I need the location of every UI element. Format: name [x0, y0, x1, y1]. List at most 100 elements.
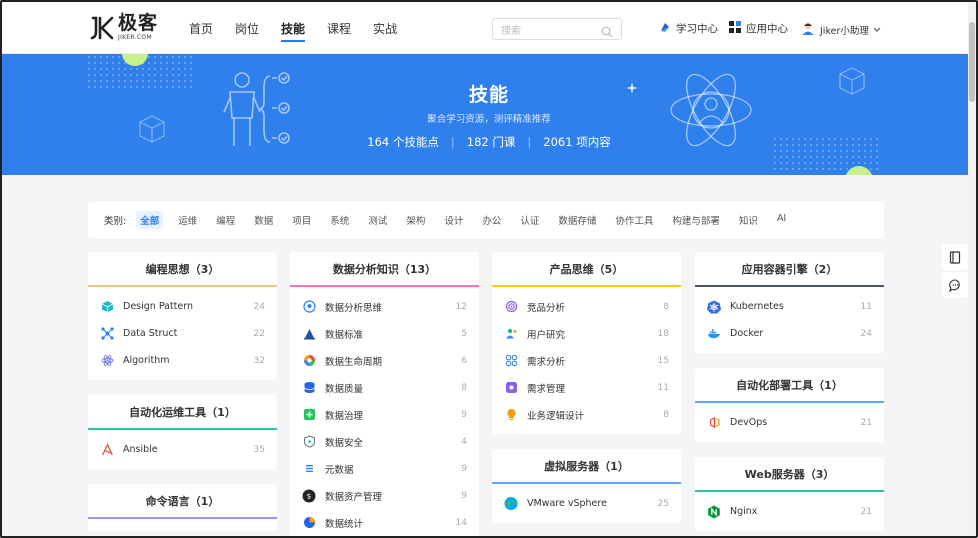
category-chip[interactable]: 编程 [212, 211, 239, 229]
skill-card: 命令语言（1） [88, 484, 277, 531]
category-chip[interactable]: 协作工具 [611, 211, 657, 229]
category-chip[interactable]: 全部 [136, 211, 164, 229]
skill-item[interactable]: 业务逻辑设计 8 [504, 401, 669, 428]
search-icon[interactable] [601, 23, 613, 42]
skill-item-count: 24 [253, 301, 265, 312]
user-menu[interactable]: Jiker小助理 [801, 21, 881, 38]
skill-item-count: 25 [657, 498, 669, 509]
skill-item[interactable]: Design Pattern 24 [100, 293, 265, 320]
skill-card-title[interactable]: 产品思维（5） [492, 252, 681, 287]
category-chip[interactable]: AI [773, 211, 790, 229]
skill-item[interactable]: 需求管理 11 [504, 374, 669, 401]
category-chip[interactable]: 数据 [250, 211, 277, 229]
page-scrollbar[interactable] [968, 2, 976, 536]
skill-card-title[interactable]: 应用容器引擎（2） [695, 252, 884, 287]
app-grid-icon [729, 21, 741, 36]
skill-item-count: 22 [253, 328, 265, 339]
svg-text:$: $ [307, 492, 311, 500]
skill-item[interactable]: Docker 24 [707, 320, 872, 347]
skill-item-name: Kubernetes [730, 301, 784, 312]
skill-item[interactable]: Data Struct 22 [100, 320, 265, 347]
skill-item-name: 用户研究 [527, 329, 566, 341]
app-center-link[interactable]: 应用中心 [729, 21, 788, 36]
skill-item[interactable]: 数据标准 5 [302, 320, 467, 347]
app-frame: 极客 JIKER.COM 首页 岗位 技能 课程 实战 学习中心 [0, 0, 978, 538]
brain-icon [302, 300, 316, 314]
skill-card: Web服务器（3） Nginx 21 [695, 457, 884, 531]
category-chip[interactable]: 构建与部署 [668, 211, 724, 229]
nginx-icon [707, 505, 721, 519]
skill-item[interactable]: Algorithm 32 [100, 347, 265, 374]
nav-practice[interactable]: 实战 [373, 2, 397, 54]
nav-courses[interactable]: 课程 [327, 2, 351, 54]
chat-icon [948, 278, 960, 292]
course-count: 182 门课 [466, 135, 516, 149]
category-chip[interactable]: 知识 [735, 211, 762, 229]
skill-card-title[interactable]: Web服务器（3） [695, 457, 884, 492]
page-subtitle: 聚合学习资源，测评精准推荐 [427, 114, 551, 125]
nav-skills[interactable]: 技能 [281, 2, 306, 54]
skill-item[interactable]: Nginx 21 [707, 498, 872, 525]
skill-item-count: 18 [657, 328, 669, 339]
skill-item[interactable]: 竞品分析 8 [504, 293, 669, 320]
skill-item[interactable]: DevOps 21 [707, 409, 872, 436]
skill-item[interactable]: 数据分析思维 12 [302, 293, 467, 320]
skill-card-list: 竞品分析 8 用户研究 18 需求分析 15 需求管理 11 业务逻辑设计 8 [492, 287, 681, 434]
skill-item[interactable]: $ 数据资产管理 9 [302, 482, 467, 509]
skill-item-count: 14 [455, 517, 467, 528]
skill-item[interactable]: 元数据 9 [302, 455, 467, 482]
skill-item[interactable]: VMware vSphere 25 [504, 490, 669, 517]
skill-item-name: 元数据 [325, 464, 354, 476]
skill-item[interactable]: 数据生命周期 6 [302, 347, 467, 374]
skill-item-count: 35 [253, 444, 265, 455]
feedback-tool[interactable] [942, 272, 968, 298]
avatar [801, 21, 815, 38]
shield-icon [302, 435, 316, 449]
category-chip[interactable]: 认证 [516, 211, 543, 229]
skill-item[interactable]: 需求分析 15 [504, 347, 669, 374]
category-chip[interactable]: 办公 [478, 211, 505, 229]
skill-item[interactable]: 数据治理 9 [302, 401, 467, 428]
search-input[interactable] [501, 21, 601, 42]
learning-center-icon [659, 21, 671, 36]
asset-icon: $ [302, 489, 316, 503]
skill-item[interactable]: Kubernetes 11 [707, 293, 872, 320]
category-chip[interactable]: 架构 [402, 211, 429, 229]
app-center-label: 应用中心 [746, 23, 788, 35]
nav-jobs[interactable]: 岗位 [235, 2, 259, 54]
skill-item[interactable]: 数据安全 4 [302, 428, 467, 455]
skill-item-count: 8 [461, 382, 467, 393]
category-chip[interactable]: 数据存储 [554, 211, 600, 229]
docker-icon [707, 327, 721, 341]
skill-card-title[interactable]: 自动化运维工具（1） [88, 395, 277, 430]
skill-item-name: Ansible [123, 444, 158, 455]
nav-home[interactable]: 首页 [189, 2, 213, 54]
skill-item[interactable]: 数据统计 14 [302, 509, 467, 536]
skill-item[interactable]: 用户研究 18 [504, 320, 669, 347]
skill-item-name: 数据分析思维 [325, 302, 383, 314]
skill-item-count: 24 [860, 328, 872, 339]
category-chip[interactable]: 系统 [326, 211, 353, 229]
skill-item[interactable]: 数据质量 8 [302, 374, 467, 401]
skill-card-title[interactable]: 自动化部署工具（1） [695, 368, 884, 403]
skill-item-count: 8 [663, 409, 669, 420]
learning-center-label: 学习中心 [676, 23, 718, 35]
category-chip[interactable]: 设计 [440, 211, 467, 229]
cube-icon [100, 300, 114, 314]
category-chip[interactable]: 项目 [288, 211, 315, 229]
skill-item-count: 8 [663, 301, 669, 312]
skill-card-title[interactable]: 编程思想（3） [88, 252, 277, 287]
skill-card-list: Nginx 21 [695, 492, 884, 531]
learning-center-link[interactable]: 学习中心 [659, 21, 718, 36]
skill-item[interactable]: Ansible 35 [100, 436, 265, 463]
chevron-down-icon [873, 24, 881, 36]
skill-card-title[interactable]: 命令语言（1） [88, 484, 277, 519]
bookmark-tool[interactable] [942, 244, 968, 270]
scrollbar-thumb[interactable] [969, 22, 975, 102]
category-chip[interactable]: 运维 [174, 211, 201, 229]
category-chip[interactable]: 测试 [364, 211, 391, 229]
site-logo[interactable]: 极客 JIKER.COM [90, 14, 158, 41]
skill-card-title[interactable]: 虚拟服务器（1） [492, 449, 681, 484]
skill-card-title[interactable]: 数据分析知识（13） [290, 252, 479, 287]
skill-card-list: Design Pattern 24 Data Struct 22 Algorit… [88, 287, 277, 380]
